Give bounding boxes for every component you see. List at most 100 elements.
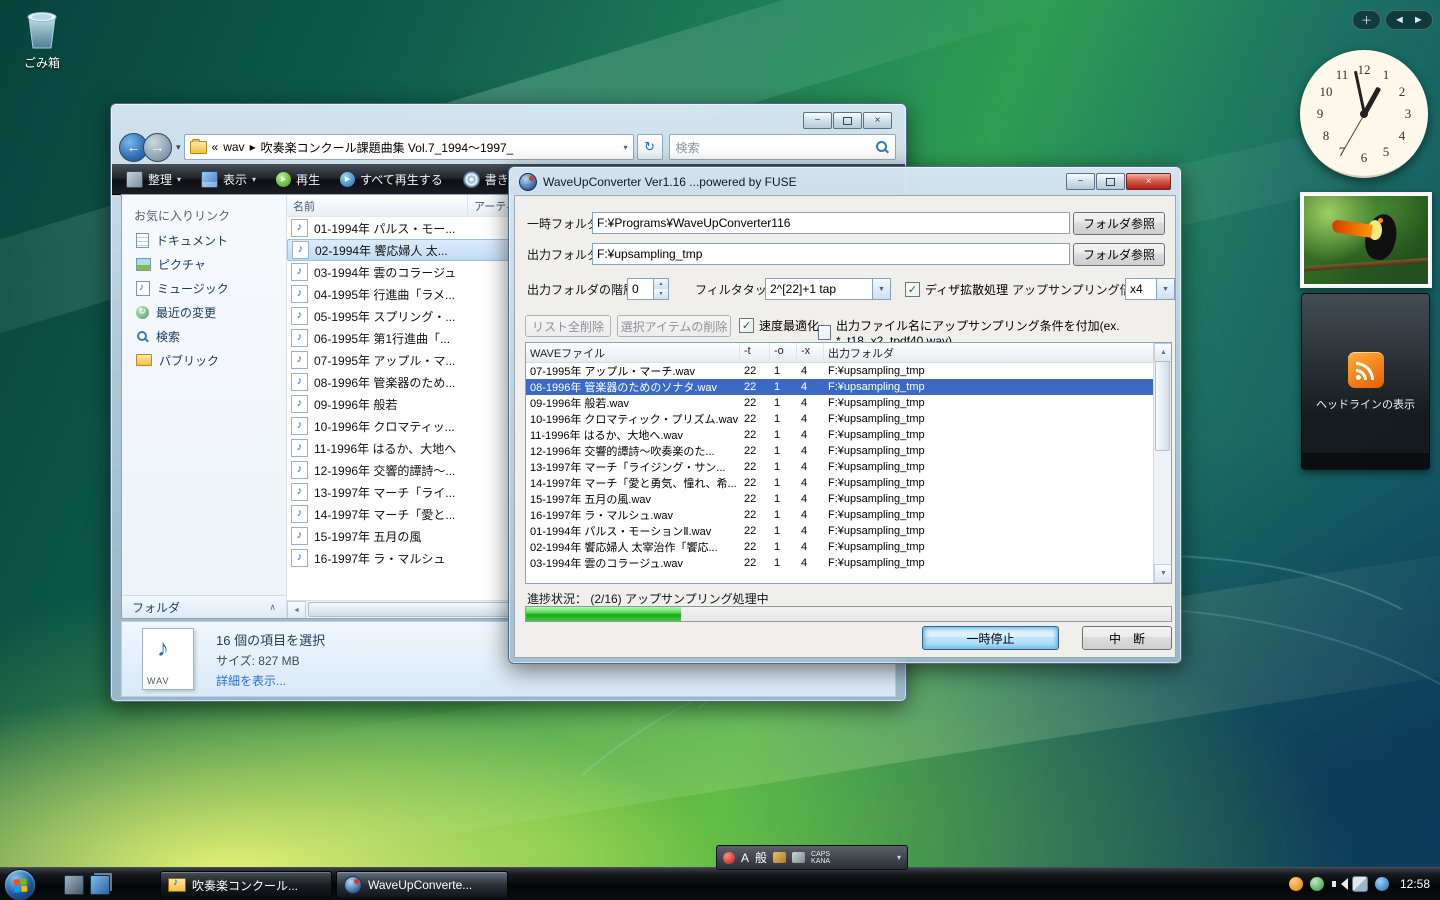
ime-tools-icon[interactable]: [792, 852, 806, 863]
file-name: 16-1997年 ラ・マルシュ: [314, 551, 446, 566]
wave-row[interactable]: 13-1997年 マーチ「ライジング・サン... 22 1 4 F:¥upsam…: [526, 459, 1154, 475]
kana-indicator[interactable]: KANA: [811, 858, 830, 865]
slideshow-gadget[interactable]: [1300, 192, 1432, 288]
favorite-link[interactable]: パブリック: [122, 348, 286, 372]
scroll-up-button[interactable]: ▲: [1154, 343, 1171, 362]
forward-button[interactable]: →: [143, 132, 172, 162]
feed-headlines-gadget[interactable]: ヘッドラインの表示: [1301, 293, 1430, 470]
update-icon[interactable]: [1288, 877, 1303, 891]
minimize-button[interactable]: −: [1066, 173, 1095, 190]
vertical-scrollbar[interactable]: ▲ ▼: [1153, 343, 1171, 583]
col-wavefile[interactable]: WAVEファイル: [526, 343, 740, 362]
breadcrumb-folder[interactable]: 吹奏楽コンクール課題曲集 Vol.7_1994～1997_: [261, 139, 619, 156]
network-icon[interactable]: [1351, 876, 1368, 892]
address-dropdown-icon[interactable]: ▾: [624, 143, 628, 152]
favorite-label: パブリック: [159, 353, 220, 368]
delete-selected-button[interactable]: 選択アイテムの削除: [617, 315, 731, 337]
wave-row[interactable]: 14-1997年 マーチ「愛と勇気、憧れ、希... 22 1 4 F:¥upsa…: [526, 475, 1154, 491]
wave-row[interactable]: 15-1997年 五月の風.wav 22 1 4 F:¥upsampling_t…: [526, 491, 1154, 507]
col-t[interactable]: -t: [740, 343, 770, 362]
taskbar-task[interactable]: WaveUpConverte...: [336, 871, 508, 899]
taps-combobox[interactable]: 2^[22]+1 tap ▼: [765, 278, 891, 300]
breadcrumb-root[interactable]: wav: [223, 140, 244, 154]
browse-out-button[interactable]: フォルダ参照: [1073, 243, 1165, 266]
ime-options-icon[interactable]: ▾: [897, 853, 901, 862]
speed-checkbox[interactable]: ✓: [739, 318, 754, 333]
organize-menu[interactable]: 整理 ▾: [126, 170, 181, 188]
spinner-arrows[interactable]: ▲ ▼: [653, 279, 668, 299]
col-x[interactable]: -x: [797, 343, 824, 362]
col-o[interactable]: -o: [770, 343, 797, 362]
breadcrumb-overflow[interactable]: «: [212, 140, 219, 154]
wave-row[interactable]: 03-1994年 雲のコラージュ.wav 22 1 4 F:¥upsamplin…: [526, 555, 1154, 571]
rate-combobox[interactable]: x4 ▼: [1125, 278, 1175, 300]
column-header-name[interactable]: 名前: [287, 195, 468, 216]
wave-row[interactable]: 01-1994年 パルス・モーションⅡ.wav 22 1 4 F:¥upsamp…: [526, 523, 1154, 539]
wave-row[interactable]: 08-1996年 管楽器のためのソナタ.wav 22 1 4 F:¥upsamp…: [526, 379, 1154, 395]
favorite-link[interactable]: ドキュメント: [122, 228, 286, 252]
show-desktop-icon[interactable]: [64, 875, 84, 895]
breadcrumb[interactable]: « wav ▸ 吹奏楽コンクール課題曲集 Vol.7_1994～1997_ ▾: [183, 134, 634, 160]
append-checkbox[interactable]: [818, 325, 831, 340]
maximize-button[interactable]: [833, 112, 862, 129]
close-button[interactable]: ×: [1126, 173, 1171, 190]
favorite-link[interactable]: 最近の変更: [122, 300, 286, 324]
wave-row[interactable]: 02-1994年 饗応婦人 太宰治作「饗応... 22 1 4 F:¥upsam…: [526, 539, 1154, 555]
cell-out: F:¥upsampling_tmp: [828, 557, 925, 569]
refresh-button[interactable]: ↻: [636, 134, 663, 160]
wave-row[interactable]: 12-1996年 交響的譚詩～吹奏楽のた... 22 1 4 F:¥upsamp…: [526, 443, 1154, 459]
ime-input-mode[interactable]: A: [741, 851, 749, 865]
rss-gadget-label: ヘッドラインの表示: [1316, 399, 1415, 411]
recent-pages-dropdown[interactable]: ▾: [176, 142, 181, 153]
abort-button[interactable]: 中 断: [1082, 626, 1172, 650]
temp-folder-input[interactable]: F:¥Programs¥WaveUpConverter116: [592, 212, 1070, 234]
dropdown-icon[interactable]: ▼: [1156, 279, 1174, 299]
eject-icon[interactable]: [1309, 877, 1324, 891]
scroll-left-button[interactable]: ◄: [287, 601, 306, 618]
browse-temp-button[interactable]: フォルダ参照: [1073, 212, 1165, 235]
favorite-link[interactable]: ミュージック: [122, 276, 286, 300]
clear-list-button[interactable]: リスト全削除: [525, 315, 611, 337]
wave-row[interactable]: 10-1996年 クロマティック・プリズム.wav 22 1 4 F:¥upsa…: [526, 411, 1154, 427]
ime-status-icon[interactable]: [723, 851, 735, 864]
maximize-button[interactable]: [1096, 173, 1125, 190]
scrollbar-thumb[interactable]: [1155, 361, 1170, 451]
gadget-pager[interactable]: ◄ ►: [1385, 10, 1433, 30]
depth-label: 出力フォルダの階層: [527, 283, 636, 297]
ime-pad-icon[interactable]: [773, 852, 787, 863]
start-button[interactable]: [4, 869, 36, 900]
volume-icon[interactable]: [1331, 877, 1348, 891]
recycle-bin[interactable]: ごみ箱: [14, 6, 70, 71]
taskbar-task[interactable]: 吹奏楽コンクール...: [160, 871, 332, 899]
views-menu[interactable]: 表示 ▾: [201, 170, 256, 188]
close-button[interactable]: ×: [863, 112, 892, 129]
wave-row[interactable]: 07-1995年 アップル・マーチ.wav 22 1 4 F:¥upsampli…: [526, 363, 1154, 379]
play-button[interactable]: ▶ 再生: [276, 171, 320, 188]
clock-gadget[interactable]: 12 1 2 3 4 5 6 7 8 9 10 11: [1300, 50, 1428, 178]
depth-spinner[interactable]: 0 ▲ ▼: [627, 278, 669, 300]
favorite-link[interactable]: ピクチャ: [122, 252, 286, 276]
taskbar-clock[interactable]: 12:58: [1400, 877, 1430, 891]
favorite-link[interactable]: 検索: [122, 324, 286, 348]
minimize-button[interactable]: −: [803, 112, 832, 129]
search-box[interactable]: 検索: [668, 134, 896, 160]
pause-button[interactable]: 一時停止: [922, 626, 1059, 650]
folders-band[interactable]: フォルダ ∧: [122, 595, 286, 618]
scroll-down-button[interactable]: ▼: [1154, 564, 1171, 583]
add-gadget-button[interactable]: ＋: [1352, 10, 1381, 30]
show-details-link[interactable]: 詳細を表示...: [216, 672, 325, 689]
out-folder-input[interactable]: F:¥upsampling_tmp: [592, 243, 1070, 265]
power-icon[interactable]: [1374, 877, 1389, 891]
caps-indicator[interactable]: CAPS: [811, 851, 830, 858]
wave-row[interactable]: 11-1996年 はるか、大地へ.wav 22 1 4 F:¥upsamplin…: [526, 427, 1154, 443]
wave-row[interactable]: 09-1996年 般若.wav 22 1 4 F:¥upsampling_tmp: [526, 395, 1154, 411]
col-outfolder[interactable]: 出力フォルダ: [824, 343, 1171, 362]
wave-row[interactable]: 16-1997年 ラ・マルシュ.wav 22 1 4 F:¥upsampling…: [526, 507, 1154, 523]
ime-conversion-mode[interactable]: 般: [755, 849, 767, 866]
play-all-button[interactable]: ▶ すべて再生する: [340, 171, 443, 188]
breadcrumb-separator-icon[interactable]: ▸: [250, 140, 256, 154]
dropdown-icon[interactable]: ▼: [872, 279, 890, 299]
search-icon[interactable]: [876, 140, 889, 154]
window-switcher-icon[interactable]: [90, 875, 110, 895]
dither-checkbox[interactable]: ✓: [905, 282, 920, 297]
